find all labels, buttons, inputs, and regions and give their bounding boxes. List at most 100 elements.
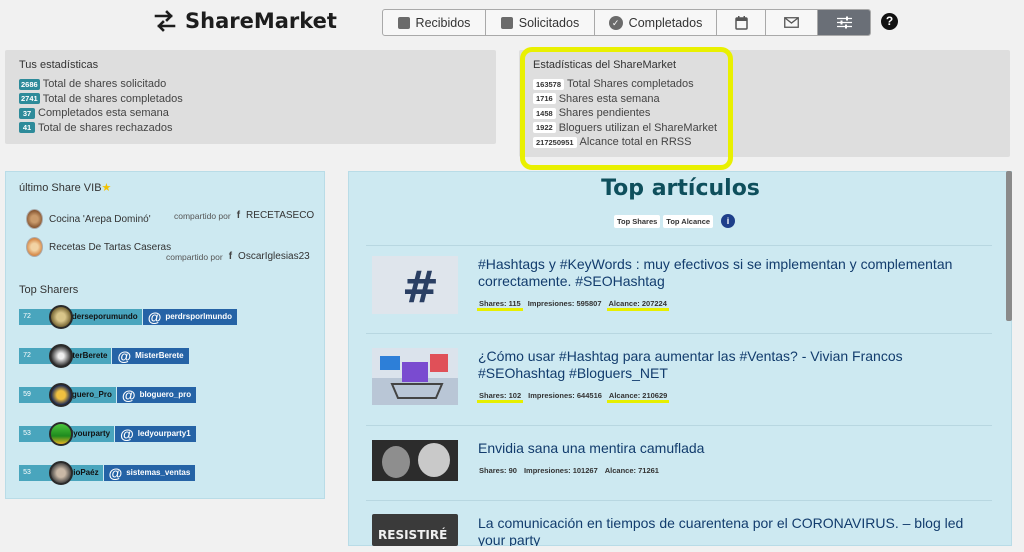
divider <box>366 245 992 246</box>
shared-by-label: compartido por <box>166 251 223 262</box>
stat-badge: 41 <box>19 122 35 134</box>
sliders-icon <box>836 16 852 29</box>
share-title: Cocina 'Arepa Dominó' <box>49 213 151 225</box>
star-icon: ★ <box>101 182 112 194</box>
sharer-name-wrap: Bloguero_Pro <box>35 383 116 407</box>
sharer-count: 53 <box>19 465 35 481</box>
vib-panel: último Share VIB★ Cocina 'Arepa Dominó' … <box>5 171 325 499</box>
photo-image <box>372 440 458 481</box>
top-sharer[interactable]: 53 Ledyourparty @ ledyourparty1 <box>19 422 196 446</box>
article-shares: Shares: 115 <box>477 299 523 311</box>
twitter-handle[interactable]: @ perdrsporlmundo <box>142 309 238 325</box>
article-thumbnail[interactable]: RESISTIRÉ <box>372 514 458 546</box>
top-sharer[interactable]: 72 MisterBerete @ MisterBerete <box>19 344 189 368</box>
stat-badge: 37 <box>19 107 35 119</box>
swap-arrows-icon <box>154 10 176 32</box>
top-sharer[interactable]: 53 MarioPaéz @ sistemas_ventas <box>19 461 196 485</box>
avatar <box>49 344 73 368</box>
shared-by-row: compartido por f RECETASECO <box>174 210 314 221</box>
twitter-name: bloguero_pro <box>139 390 192 399</box>
thumbnail-text: RESISTIRÉ <box>378 528 448 542</box>
stat-badge: 2686 <box>19 78 40 90</box>
inbox-icon <box>397 16 410 29</box>
app-logo[interactable]: ShareMarket <box>153 9 337 33</box>
vib-title-text: último Share VIB <box>19 182 102 194</box>
article-stats: Shares: 102 Impresiones: 644516 Alcance:… <box>476 391 670 403</box>
nav-solicitados-label: Solicitados <box>518 15 580 30</box>
twitter-handle[interactable]: @ bloguero_pro <box>116 387 197 403</box>
stat-row: 37 Completados esta semana <box>19 106 183 121</box>
check-circle-icon: ✓ <box>608 15 623 30</box>
share-thumbnail <box>26 237 43 257</box>
sharer-count: 72 <box>19 309 35 325</box>
stat-row: 41 Total de shares rechazados <box>19 121 183 136</box>
twitter-handle[interactable]: @ MisterBerete <box>112 348 189 364</box>
sharer-count: 72 <box>19 348 35 364</box>
app-title: ShareMarket <box>185 9 337 33</box>
article-impresiones: Impresiones: 595807 <box>527 299 602 308</box>
twitter-name: ledyourparty1 <box>137 429 191 438</box>
article-title-link[interactable]: Envidia sana una mentira camuflada <box>478 440 978 457</box>
stat-label: Total de shares rechazados <box>38 121 173 134</box>
top-articles-title: Top artículos <box>601 176 760 201</box>
help-icon[interactable]: ? <box>881 13 898 30</box>
avatar <box>49 383 73 407</box>
at-icon: @ <box>147 309 162 325</box>
hashtag-image: # <box>372 256 458 314</box>
avatar <box>49 305 73 329</box>
twitter-name: perdrsporlmundo <box>165 312 233 321</box>
stat-row: 2686 Total de shares solicitado <box>19 77 183 92</box>
messages-button[interactable] <box>766 10 818 35</box>
filter-top-alcance[interactable]: Top Alcance <box>663 214 714 228</box>
calendar-button[interactable] <box>717 10 766 35</box>
info-icon[interactable]: i <box>721 214 736 228</box>
at-icon: @ <box>121 387 136 403</box>
article-thumbnail[interactable]: # <box>372 256 458 314</box>
nav-solicitados-button[interactable]: Solicitados <box>486 10 595 35</box>
shared-by-user[interactable]: RECETASECO <box>246 210 314 221</box>
avatar <box>49 461 73 485</box>
filter-top-shares[interactable]: Top Shares <box>614 214 661 228</box>
twitter-name: MisterBerete <box>135 351 184 360</box>
twitter-name: sistemas_ventas <box>126 468 191 477</box>
article-title-link[interactable]: ¿Cómo usar #Hashtag para aumentar las #V… <box>478 348 978 382</box>
article-shares: Shares: 102 <box>476 391 524 403</box>
shared-by-label: compartido por <box>174 210 231 221</box>
user-stats-panel: Tus estadísticas 2686 Total de shares sol… <box>5 50 496 144</box>
sharer-name-wrap: MisterBerete <box>35 344 112 368</box>
divider <box>366 333 992 334</box>
vib-share-item[interactable]: Recetas De Tartas Caseras <box>26 237 171 257</box>
shared-by-user[interactable]: OscarIglesias23 <box>238 251 310 262</box>
top-articles-filters: Top Shares Top Alcance i <box>614 214 736 228</box>
svg-text:#: # <box>402 262 439 313</box>
sharer-name-wrap: Perderseporumundo <box>35 305 142 329</box>
at-icon: @ <box>117 348 132 364</box>
twitter-handle[interactable]: @ ledyourparty1 <box>115 426 196 442</box>
article-title-link[interactable]: #Hashtags y #KeyWords : muy efectivos si… <box>478 256 978 290</box>
settings-button[interactable] <box>818 10 870 35</box>
top-sharer[interactable]: 59 Bloguero_Pro @ bloguero_pro <box>19 383 197 407</box>
article-thumbnail[interactable] <box>372 440 458 481</box>
article-thumbnail[interactable] <box>372 348 458 405</box>
stat-row: 2741 Total de shares completados <box>19 92 183 107</box>
share-title: Recetas De Tartas Caseras <box>49 241 172 253</box>
article-alcance: Alcance: 210629 <box>606 391 670 403</box>
stat-label: Completados esta semana <box>38 107 169 120</box>
main-nav: Recibidos Solicitados ✓ Completados <box>382 9 871 36</box>
user-stats-title: Tus estadísticas <box>19 59 99 71</box>
stat-badge: 2741 <box>19 93 40 105</box>
article-impresiones: Impresiones: 101267 <box>523 466 598 475</box>
avatar <box>49 422 73 446</box>
top-sharer[interactable]: 72 Perderseporumundo @ perdrsporlmundo <box>19 305 238 329</box>
stat-label: Total de shares solicitado <box>42 78 167 91</box>
nav-completados-button[interactable]: ✓ Completados <box>595 10 717 35</box>
nav-recibidos-button[interactable]: Recibidos <box>383 10 486 35</box>
calendar-icon <box>734 15 748 30</box>
vib-share-item[interactable]: Cocina 'Arepa Dominó' <box>26 209 151 229</box>
sharer-count: 53 <box>19 426 35 442</box>
twitter-handle[interactable]: @ sistemas_ventas <box>103 465 196 481</box>
nav-completados-label: Completados <box>628 15 703 30</box>
divider <box>366 500 992 501</box>
sharer-name-wrap: Ledyourparty <box>35 422 115 446</box>
article-title-link[interactable]: La comunicación en tiempos de cuarentena… <box>478 515 978 546</box>
